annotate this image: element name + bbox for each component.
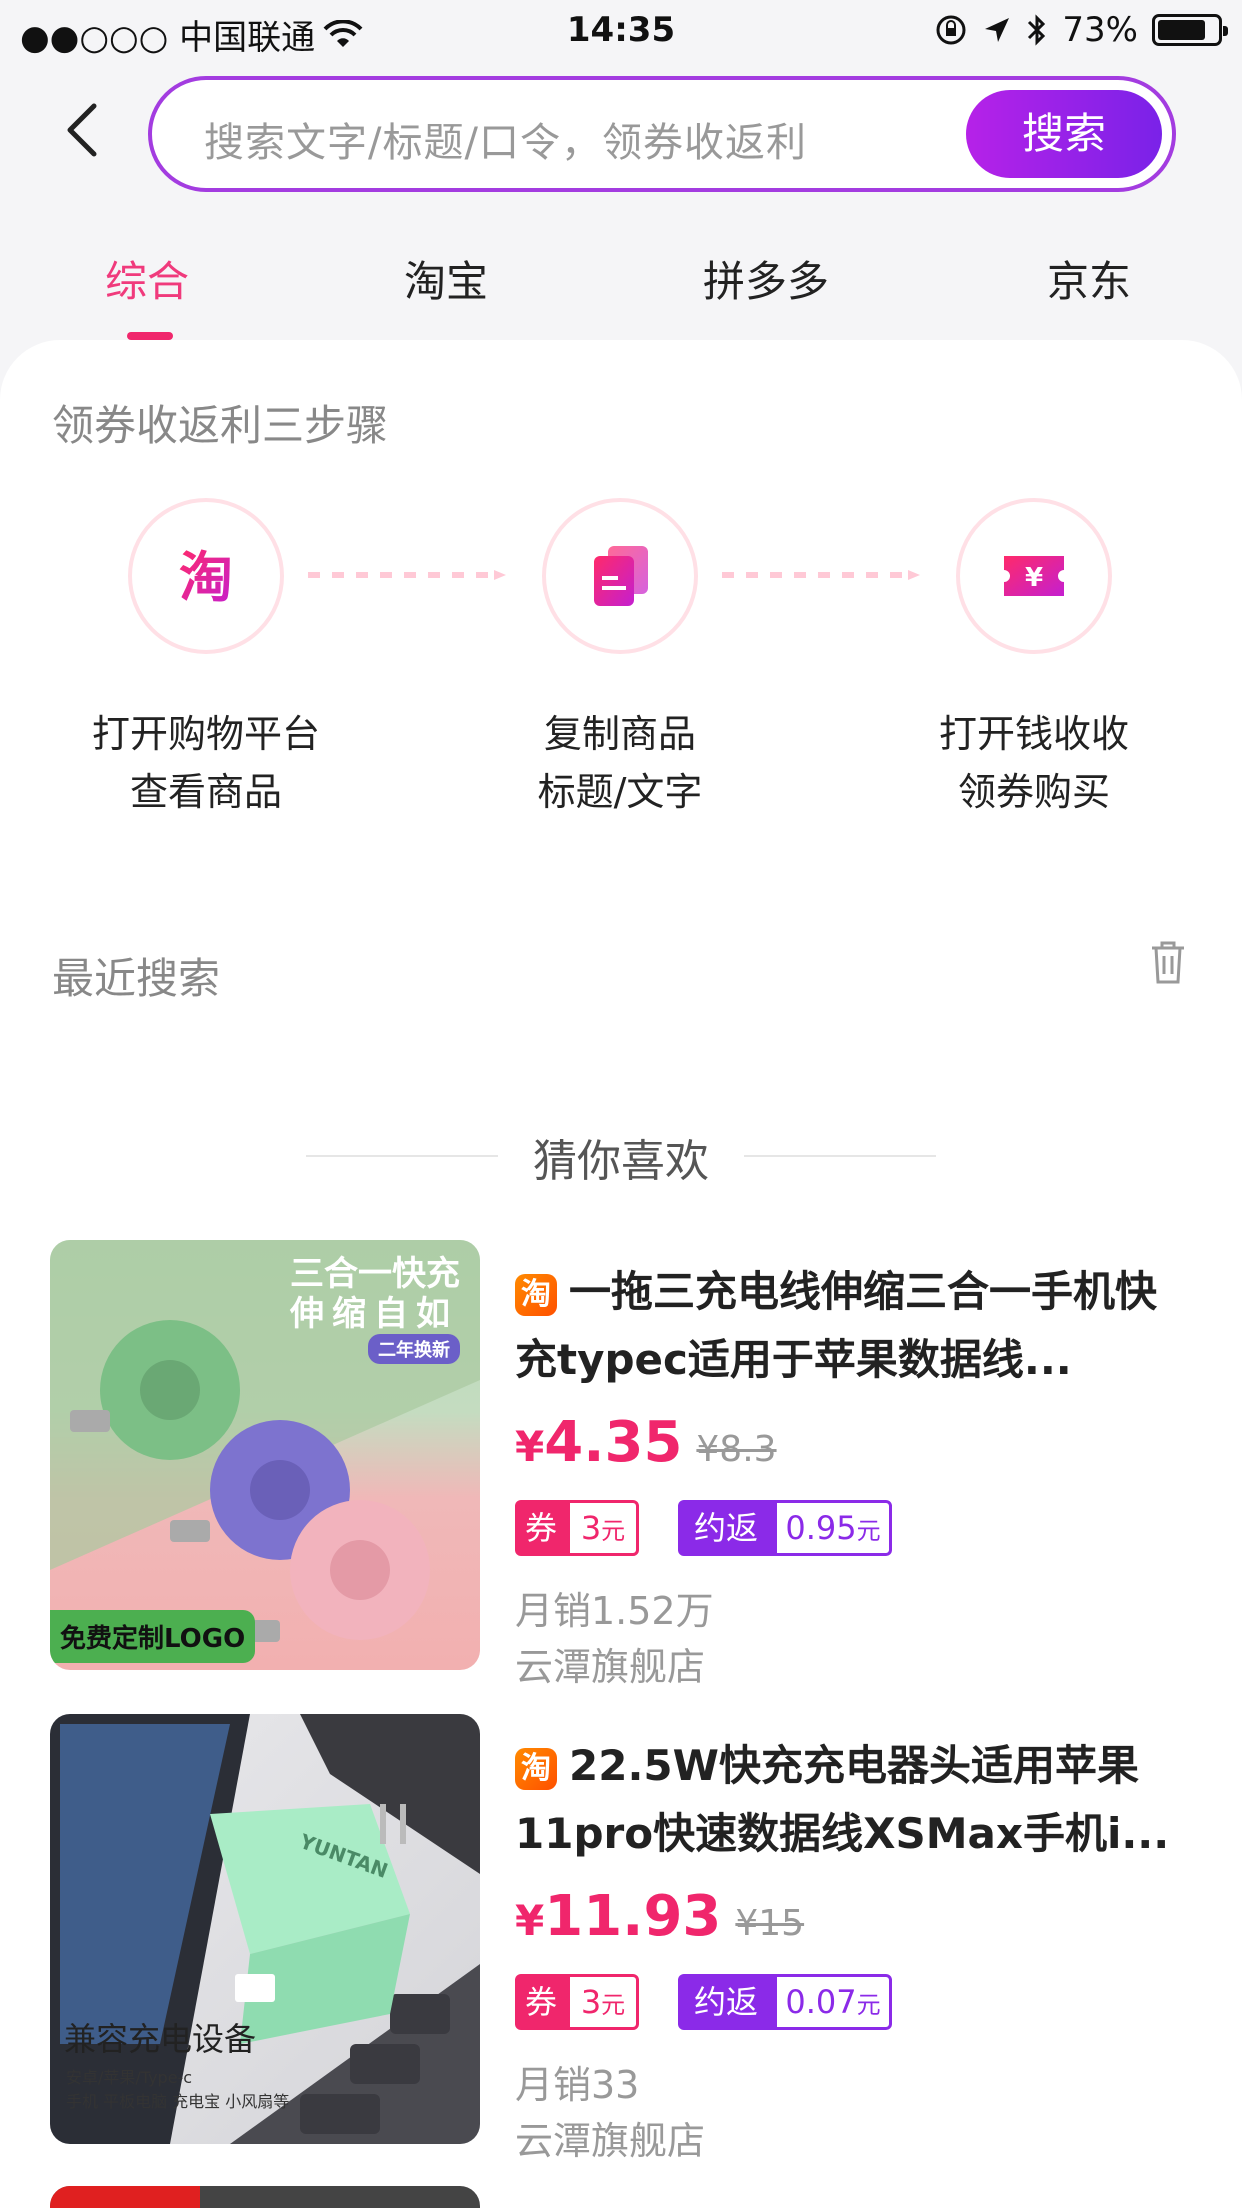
rebate-tag: 约返 0.07元: [678, 1974, 892, 2030]
original-price: ¥15: [735, 1903, 805, 1944]
rebate-unit: 元: [856, 1991, 881, 2019]
price-currency: ¥: [515, 1896, 545, 1945]
step-1-text: 打开购物平台 查看商品: [56, 705, 356, 821]
content-card: 领券收返利三步骤 淘 打开购物平台 查看商品 复制商品 标题/文字 ¥ 打开钱收…: [0, 340, 1242, 2208]
steps-title: 领券收返利三步骤: [52, 401, 389, 450]
rotation-lock-icon: [936, 15, 966, 45]
step-2-line2: 标题/文字: [537, 770, 703, 814]
guess-you-like-title: 猜你喜欢: [533, 1136, 709, 1187]
rebate-label: 约返: [678, 1974, 774, 2030]
copy-icon: [594, 546, 648, 606]
yuan-glyph: ¥: [1025, 563, 1043, 593]
coupon-yuan-icon: ¥: [1004, 556, 1064, 596]
shop-name: 云潭旗舰店: [515, 2119, 706, 2163]
product-price: ¥11.93 ¥15: [515, 1884, 804, 1949]
coupon-value: 3: [580, 1983, 602, 2021]
coupon-label: 券: [515, 1974, 567, 2030]
tab-taobao[interactable]: 淘宝: [404, 248, 488, 309]
rebate-tag: 约返 0.95元: [678, 1500, 892, 1556]
arrow-dots-2: [722, 570, 920, 580]
tab-pinduoduo[interactable]: 拼多多: [703, 248, 829, 309]
coupon-amount: 3元: [567, 1974, 639, 2030]
bluetooth-icon: [1028, 14, 1046, 46]
coupon-unit: 元: [601, 1517, 626, 1545]
rebate-amount: 0.95元: [774, 1500, 892, 1556]
coupon-value: 3: [580, 1509, 602, 1547]
search-button[interactable]: 搜索: [966, 90, 1162, 178]
taobao-glyph: 淘: [179, 546, 233, 609]
image-caption-2: 安卓/苹果/Type-c: [66, 2068, 193, 2087]
platform-tabs: 综合 淘宝 拼多多 京东: [0, 230, 1242, 340]
product-card[interactable]: YUNTAN 兼容充电设备 安卓/苹果/Type-c 手机 平板电脑 充电宝 小…: [50, 1714, 1200, 2163]
rebate-amount: 0.07元: [774, 1974, 892, 2030]
taobao-badge-icon: 淘: [515, 1273, 557, 1316]
guess-you-like-header: 猜你喜欢: [0, 1125, 1242, 1187]
active-tab-indicator: [127, 332, 173, 340]
image-bottom-banner: 免费定制LOGO: [50, 1610, 256, 1663]
back-icon[interactable]: [58, 100, 108, 160]
price-currency: ¥: [515, 1422, 545, 1471]
step-3-text: 打开钱收收 领券购买: [884, 705, 1184, 821]
step-1-line1: 打开购物平台: [91, 712, 320, 756]
divider-right: [744, 1155, 936, 1157]
coupon-tag: 券 3元: [515, 1500, 639, 1556]
status-bar: ●●○○○ 中国联通 14:35 73%: [0, 0, 1242, 62]
price-value: 4.35: [544, 1410, 683, 1475]
rebate-value: 0.07: [785, 1983, 857, 2021]
battery-icon: [1152, 14, 1228, 46]
monthly-sales: 月销33: [515, 2063, 640, 2107]
search-header: 搜索文字/标题/口令，领券收返利 搜索: [0, 62, 1242, 202]
product-image[interactable]: YUNTAN 兼容充电设备 安卓/苹果/Type-c 手机 平板电脑 充电宝 小…: [50, 1714, 480, 2144]
product-image-partial[interactable]: [50, 2186, 480, 2208]
shop-name: 云潭旗舰店: [515, 1645, 706, 1689]
monthly-sales: 月销1.52万: [515, 1589, 714, 1633]
battery-percent: 73%: [1062, 10, 1138, 50]
taobao-icon: 淘: [179, 546, 233, 609]
price-value: 11.93: [544, 1884, 722, 1949]
step-1-icon-circle: 淘: [128, 498, 284, 654]
trash-icon[interactable]: [1148, 938, 1188, 986]
product-title[interactable]: 淘 22.5W快充充电器头适用苹果11pro快速数据线XSMax手机i...: [515, 1732, 1175, 1868]
tab-jd[interactable]: 京东: [1047, 248, 1131, 309]
coupon-label: 券: [515, 1500, 567, 1556]
search-input[interactable]: 搜索文字/标题/口令，领券收返利 搜索: [148, 76, 1176, 192]
coupon-tag: 券 3元: [515, 1974, 639, 2030]
product-price: ¥4.35 ¥8.3: [515, 1410, 777, 1475]
image-caption-2: 伸缩自如: [290, 1294, 458, 1334]
product-title-text: 22.5W快充充电器头适用苹果11pro快速数据线XSMax手机i...: [515, 1741, 1170, 1858]
step-1-line2: 查看商品: [129, 770, 282, 814]
step-2-icon-circle: [542, 498, 698, 654]
coupon-amount: 3元: [567, 1500, 639, 1556]
image-caption-3: 手机 平板电脑 充电宝 小风扇等: [66, 2092, 290, 2111]
image-banner-partial: [50, 2186, 200, 2208]
product-title-text: 一拖三充电线伸缩三合一手机快充typec适用于苹果数据线...: [515, 1267, 1158, 1384]
product-image[interactable]: 三合一快充 伸缩自如 二年换新 免费定制LOGO: [50, 1240, 480, 1670]
product-title[interactable]: 淘一拖三充电线伸缩三合一手机快充typec适用于苹果数据线...: [515, 1258, 1175, 1394]
image-caption-1: 兼容充电设备: [64, 2020, 257, 2058]
rebate-value: 0.95: [785, 1509, 857, 1547]
recent-search-title: 最近搜索: [52, 954, 221, 1003]
taobao-badge-icon: 淘: [515, 1747, 557, 1790]
step-3-line2: 领券购买: [957, 770, 1110, 814]
image-tag: 二年换新: [368, 1334, 460, 1364]
tab-all[interactable]: 综合: [105, 248, 189, 309]
original-price: ¥8.3: [696, 1429, 777, 1470]
search-placeholder: 搜索文字/标题/口令，领券收返利: [204, 120, 807, 166]
rebate-unit: 元: [856, 1517, 881, 1545]
rebate-label: 约返: [678, 1500, 774, 1556]
product-card[interactable]: 三合一快充 伸缩自如 二年换新 免费定制LOGO 淘一拖三充电线伸缩三合一手机快…: [50, 1240, 1200, 1689]
arrow-dots-1: [308, 570, 506, 580]
location-icon: [985, 18, 1010, 42]
step-3-icon-circle: ¥: [956, 498, 1112, 654]
step-2-line1: 复制商品: [543, 712, 696, 756]
coupon-unit: 元: [601, 1991, 626, 2019]
step-2-text: 复制商品 标题/文字: [470, 705, 770, 821]
step-3-line1: 打开钱收收: [938, 712, 1129, 756]
